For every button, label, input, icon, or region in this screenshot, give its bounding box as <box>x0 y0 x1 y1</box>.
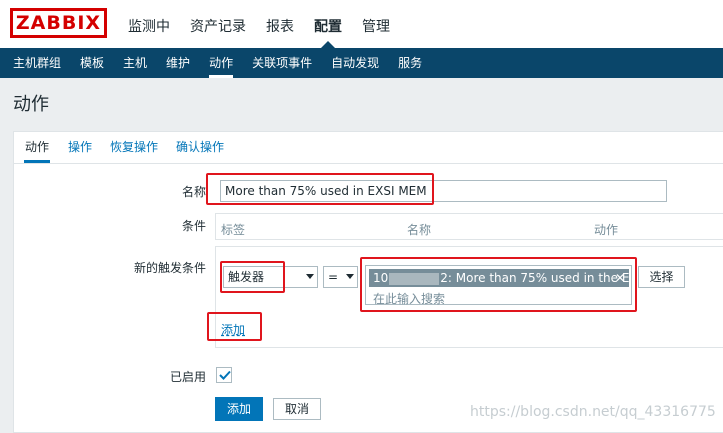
form-tabs: 动作 操作 恢复操作 确认操作 <box>14 132 723 164</box>
top-menu: 监测中 资产记录 报表 配置 管理 <box>128 16 390 48</box>
select-button[interactable]: 选择 <box>638 266 685 288</box>
trigger-highlight-box <box>360 257 637 312</box>
chevron-down-icon <box>346 274 354 279</box>
enabled-label: 已启用 <box>169 370 206 384</box>
add-link-highlight-box <box>207 312 262 341</box>
condition-type-highlight-box <box>220 261 285 293</box>
name-highlight-box <box>206 173 434 205</box>
top-menu-reports[interactable]: 报表 <box>266 16 294 36</box>
enabled-checkbox[interactable] <box>216 367 232 383</box>
conditions-table: 标签 名称 动作 <box>215 213 723 240</box>
top-menu-administration[interactable]: 管理 <box>362 16 390 36</box>
conditions-label: 条件 <box>181 219 206 233</box>
name-label: 名称 <box>181 185 206 199</box>
tab-acknowledge-operations[interactable]: 确认操作 <box>176 132 224 163</box>
zabbix-logo[interactable]: ZABBIX <box>10 8 107 38</box>
sub-nav: 主机群组 模板 主机 维护 动作 关联项事件 自动发现 服务 <box>0 48 723 78</box>
subnav-host-groups[interactable]: 主机群组 <box>13 48 61 78</box>
subnav-services[interactable]: 服务 <box>398 48 422 78</box>
subnav-templates[interactable]: 模板 <box>80 48 104 78</box>
check-icon <box>219 370 231 380</box>
conditions-header-label: 标签 <box>221 223 246 237</box>
subnav-actions[interactable]: 动作 <box>209 48 234 78</box>
top-menu-configuration[interactable]: 配置 <box>314 16 342 48</box>
operator-select[interactable]: = <box>323 266 358 288</box>
top-menu-monitoring[interactable]: 监测中 <box>128 16 170 36</box>
tab-action[interactable]: 动作 <box>24 132 51 163</box>
watermark: https://blog.csdn.net/qq_43316775 <box>470 404 716 420</box>
conditions-header-action: 动作 <box>594 223 619 237</box>
page-title: 动作 <box>13 94 49 115</box>
tab-operations[interactable]: 操作 <box>68 132 92 163</box>
tab-recovery-operations[interactable]: 恢复操作 <box>110 132 158 163</box>
subnav-hosts[interactable]: 主机 <box>123 48 147 78</box>
subnav-event-correlation[interactable]: 关联项事件 <box>252 48 312 78</box>
subnav-maintenance[interactable]: 维护 <box>166 48 190 78</box>
operator-value: = <box>328 270 339 284</box>
top-bar: ZABBIX 监测中 资产记录 报表 配置 管理 <box>0 0 723 48</box>
subnav-discovery[interactable]: 自动发现 <box>331 48 379 78</box>
cancel-button[interactable]: 取消 <box>273 398 321 420</box>
add-button[interactable]: 添加 <box>215 397 263 421</box>
action-form-card: 动作 操作 恢复操作 确认操作 名称 More than 75% used in… <box>13 131 723 433</box>
new-condition-label: 新的触发条件 <box>133 261 206 275</box>
conditions-header-name: 名称 <box>407 223 432 237</box>
chevron-down-icon <box>306 274 314 279</box>
top-menu-inventory[interactable]: 资产记录 <box>190 16 246 36</box>
